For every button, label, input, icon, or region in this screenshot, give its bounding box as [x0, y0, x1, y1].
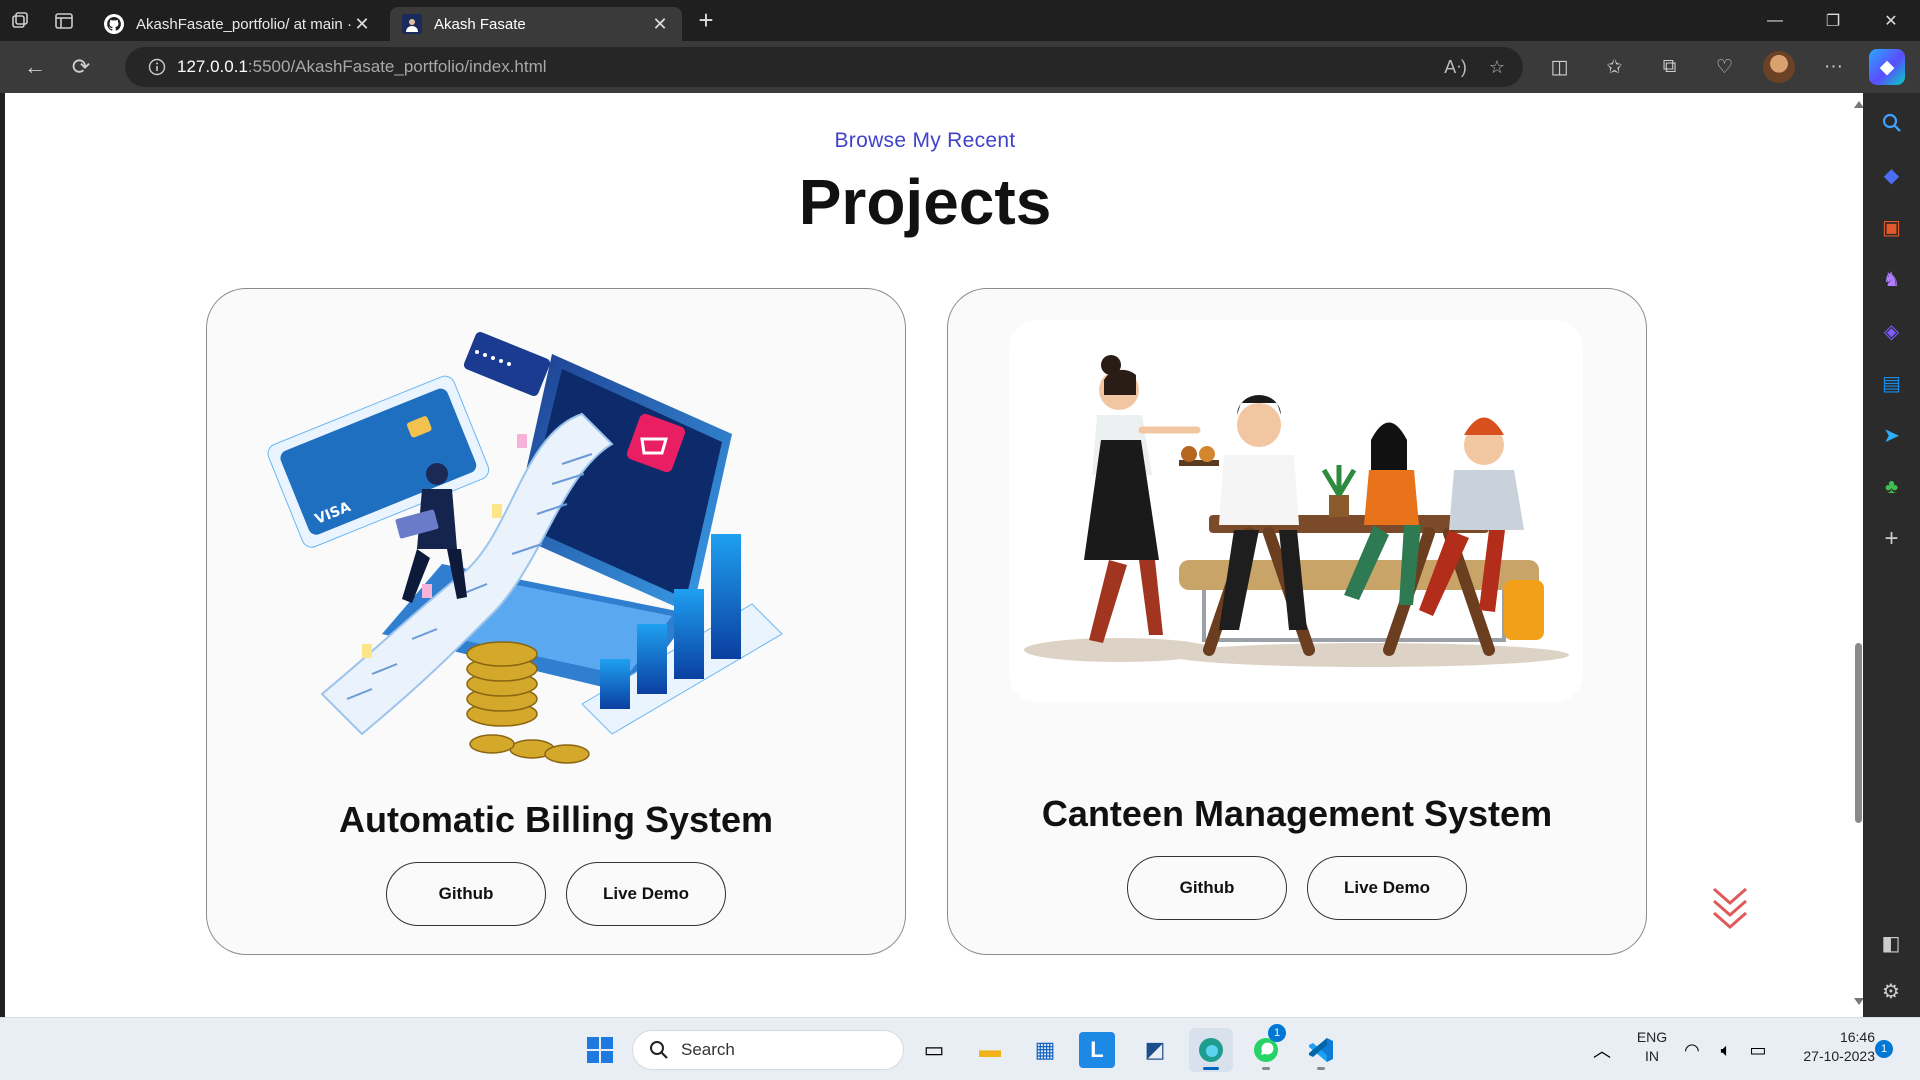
region-code: IN [1645, 1048, 1659, 1064]
tab-akash-fasate[interactable]: Akash Fasate ✕ [390, 7, 682, 41]
billing-illustration: VISA [262, 314, 852, 774]
notification-badge: 1 [1268, 1024, 1286, 1042]
scrollbar-thumb[interactable] [1855, 643, 1862, 823]
notification-count-badge[interactable]: 1 [1875, 1040, 1893, 1058]
site-info-icon[interactable] [137, 47, 177, 87]
url-host: 127.0.0.1 [177, 57, 248, 76]
close-tab-icon[interactable]: ✕ [650, 14, 670, 35]
shopping-tag-icon[interactable]: ◆ [1872, 155, 1912, 195]
settings-icon[interactable]: ⚙ [1871, 971, 1911, 1011]
mysql-workbench-icon[interactable]: ◩ [1133, 1028, 1177, 1072]
volume-icon[interactable]: 🔈︎ [1710, 1028, 1742, 1072]
project-card: VISA Automatic Billing System Github Liv… [206, 288, 906, 955]
copilot-icon[interactable]: ◆ [1869, 49, 1905, 85]
browser-tools: ◫ ✩ ⧉ ♡ ··· ◆ [1532, 41, 1905, 93]
profile-avatar[interactable] [1763, 51, 1795, 83]
whatsapp-icon[interactable]: 1 [1244, 1024, 1288, 1072]
live-demo-button[interactable]: Live Demo [1307, 856, 1467, 920]
outlook-icon[interactable]: ▤ [1872, 363, 1912, 403]
windows-taskbar: Search ▭ ▬ ▦ L ◩ 1 ︿ ENG IN ◠ 🔈︎ ▭ 16:46… [0, 1017, 1920, 1080]
language-code: ENG [1636, 1029, 1668, 1045]
browser-essentials-icon[interactable]: ♡ [1697, 47, 1752, 87]
battery-icon[interactable]: ▭ [1742, 1028, 1774, 1072]
taskbar-search[interactable]: Search [632, 1030, 904, 1070]
send-icon[interactable]: ➤ [1872, 415, 1912, 455]
read-aloud-icon[interactable]: Aᐧ) [1444, 57, 1467, 78]
live-demo-button[interactable]: Live Demo [566, 862, 726, 926]
favorites-icon[interactable]: ✩ [1587, 47, 1642, 87]
split-screen-icon[interactable]: ◫ [1532, 47, 1587, 87]
copilot-sidebar-icon[interactable]: ◈ [1872, 311, 1912, 351]
profile-icon [402, 14, 422, 34]
sidebar-panel-icon[interactable]: ◧ [1871, 923, 1911, 963]
github-button[interactable]: Github [1127, 856, 1287, 920]
minimize-icon[interactable]: — [1746, 0, 1804, 41]
more-menu-icon[interactable]: ··· [1806, 47, 1861, 87]
browser-sidebar: ◆ ▣ ♞ ◈ ▤ ➤ ♣ + ◧ ⚙ [1863, 93, 1920, 1017]
github-icon [104, 14, 124, 34]
search-placeholder: Search [681, 1040, 735, 1059]
file-explorer-icon[interactable]: ▬ [968, 1028, 1012, 1072]
scroll-up-icon[interactable] [1854, 101, 1863, 108]
clock[interactable]: 16:46 27-10-2023 [1780, 1028, 1875, 1066]
section-title: Projects [798, 166, 1052, 238]
canteen-illustration [1009, 320, 1583, 702]
tab-title: AkashFasate_portfolio/ at main · [136, 15, 352, 33]
favorite-star-icon[interactable]: ☆ [1489, 57, 1505, 78]
chevron-down-icon[interactable] [1710, 883, 1750, 933]
workspaces-icon[interactable] [0, 0, 40, 41]
language-indicator[interactable]: ENG IN [1630, 1028, 1674, 1066]
address-bar[interactable]: 127.0.0.1:5500/AkashFasate_portfolio/ind… [125, 47, 1523, 87]
project-title: Automatic Billing System [338, 799, 774, 840]
vscode-icon[interactable] [1299, 1028, 1343, 1072]
search-icon[interactable] [1872, 103, 1912, 143]
project-card: Canteen Management System Github Live De… [947, 288, 1647, 955]
back-icon[interactable]: ← [12, 47, 58, 87]
date: 27-10-2023 [1803, 1048, 1875, 1064]
search-icon [647, 1038, 671, 1062]
active-indicator [1203, 1067, 1219, 1070]
github-button[interactable]: Github [386, 862, 546, 926]
close-tab-icon[interactable]: ✕ [352, 14, 372, 35]
scrollbar-track[interactable] [1851, 93, 1863, 1017]
tree-icon[interactable]: ♣ [1872, 467, 1912, 507]
tab-actions-icon[interactable] [44, 0, 84, 41]
window-controls: — ❐ ✕ [1746, 0, 1920, 41]
scroll-down-icon[interactable] [1854, 998, 1863, 1005]
address-bar-actions: Aᐧ) ☆ [1444, 47, 1505, 87]
address-toolbar: ← ⟳ 127.0.0.1:5500/AkashFasate_portfolio… [0, 41, 1920, 93]
task-view-icon[interactable]: ▭ [912, 1028, 956, 1072]
microsoft-store-icon[interactable]: ▦ [1023, 1028, 1067, 1072]
refresh-icon[interactable]: ⟳ [58, 47, 104, 87]
edge-icon[interactable] [1189, 1028, 1233, 1072]
running-indicator [1262, 1067, 1270, 1070]
tab-github[interactable]: AkashFasate_portfolio/ at main · ✕ [92, 7, 384, 41]
l-app-icon[interactable]: L [1079, 1032, 1115, 1068]
start-icon[interactable] [578, 1028, 622, 1072]
wifi-icon[interactable]: ◠ [1676, 1028, 1708, 1072]
close-window-icon[interactable]: ✕ [1862, 0, 1920, 41]
tab-title: Akash Fasate [434, 15, 526, 33]
project-title: Canteen Management System [1041, 793, 1553, 834]
url-path: :5500/AkashFasate_portfolio/index.html [247, 57, 547, 76]
tools-icon[interactable]: ▣ [1872, 207, 1912, 247]
add-icon[interactable]: + [1872, 519, 1912, 559]
restore-icon[interactable]: ❐ [1804, 0, 1862, 41]
page-viewport: Browse My Recent Projects VISA Automatic… [5, 93, 1863, 1017]
time: 16:46 [1839, 1029, 1875, 1045]
collections-icon[interactable]: ⧉ [1642, 47, 1697, 87]
section-subtitle: Browse My Recent [834, 129, 1016, 152]
running-indicator [1317, 1067, 1325, 1070]
browser-tab-bar: AkashFasate_portfolio/ at main · ✕ Akash… [0, 0, 1920, 41]
games-icon[interactable]: ♞ [1872, 259, 1912, 299]
new-tab-icon[interactable]: + [686, 0, 726, 41]
show-hidden-icons-icon[interactable]: ︿ [1580, 1028, 1624, 1072]
